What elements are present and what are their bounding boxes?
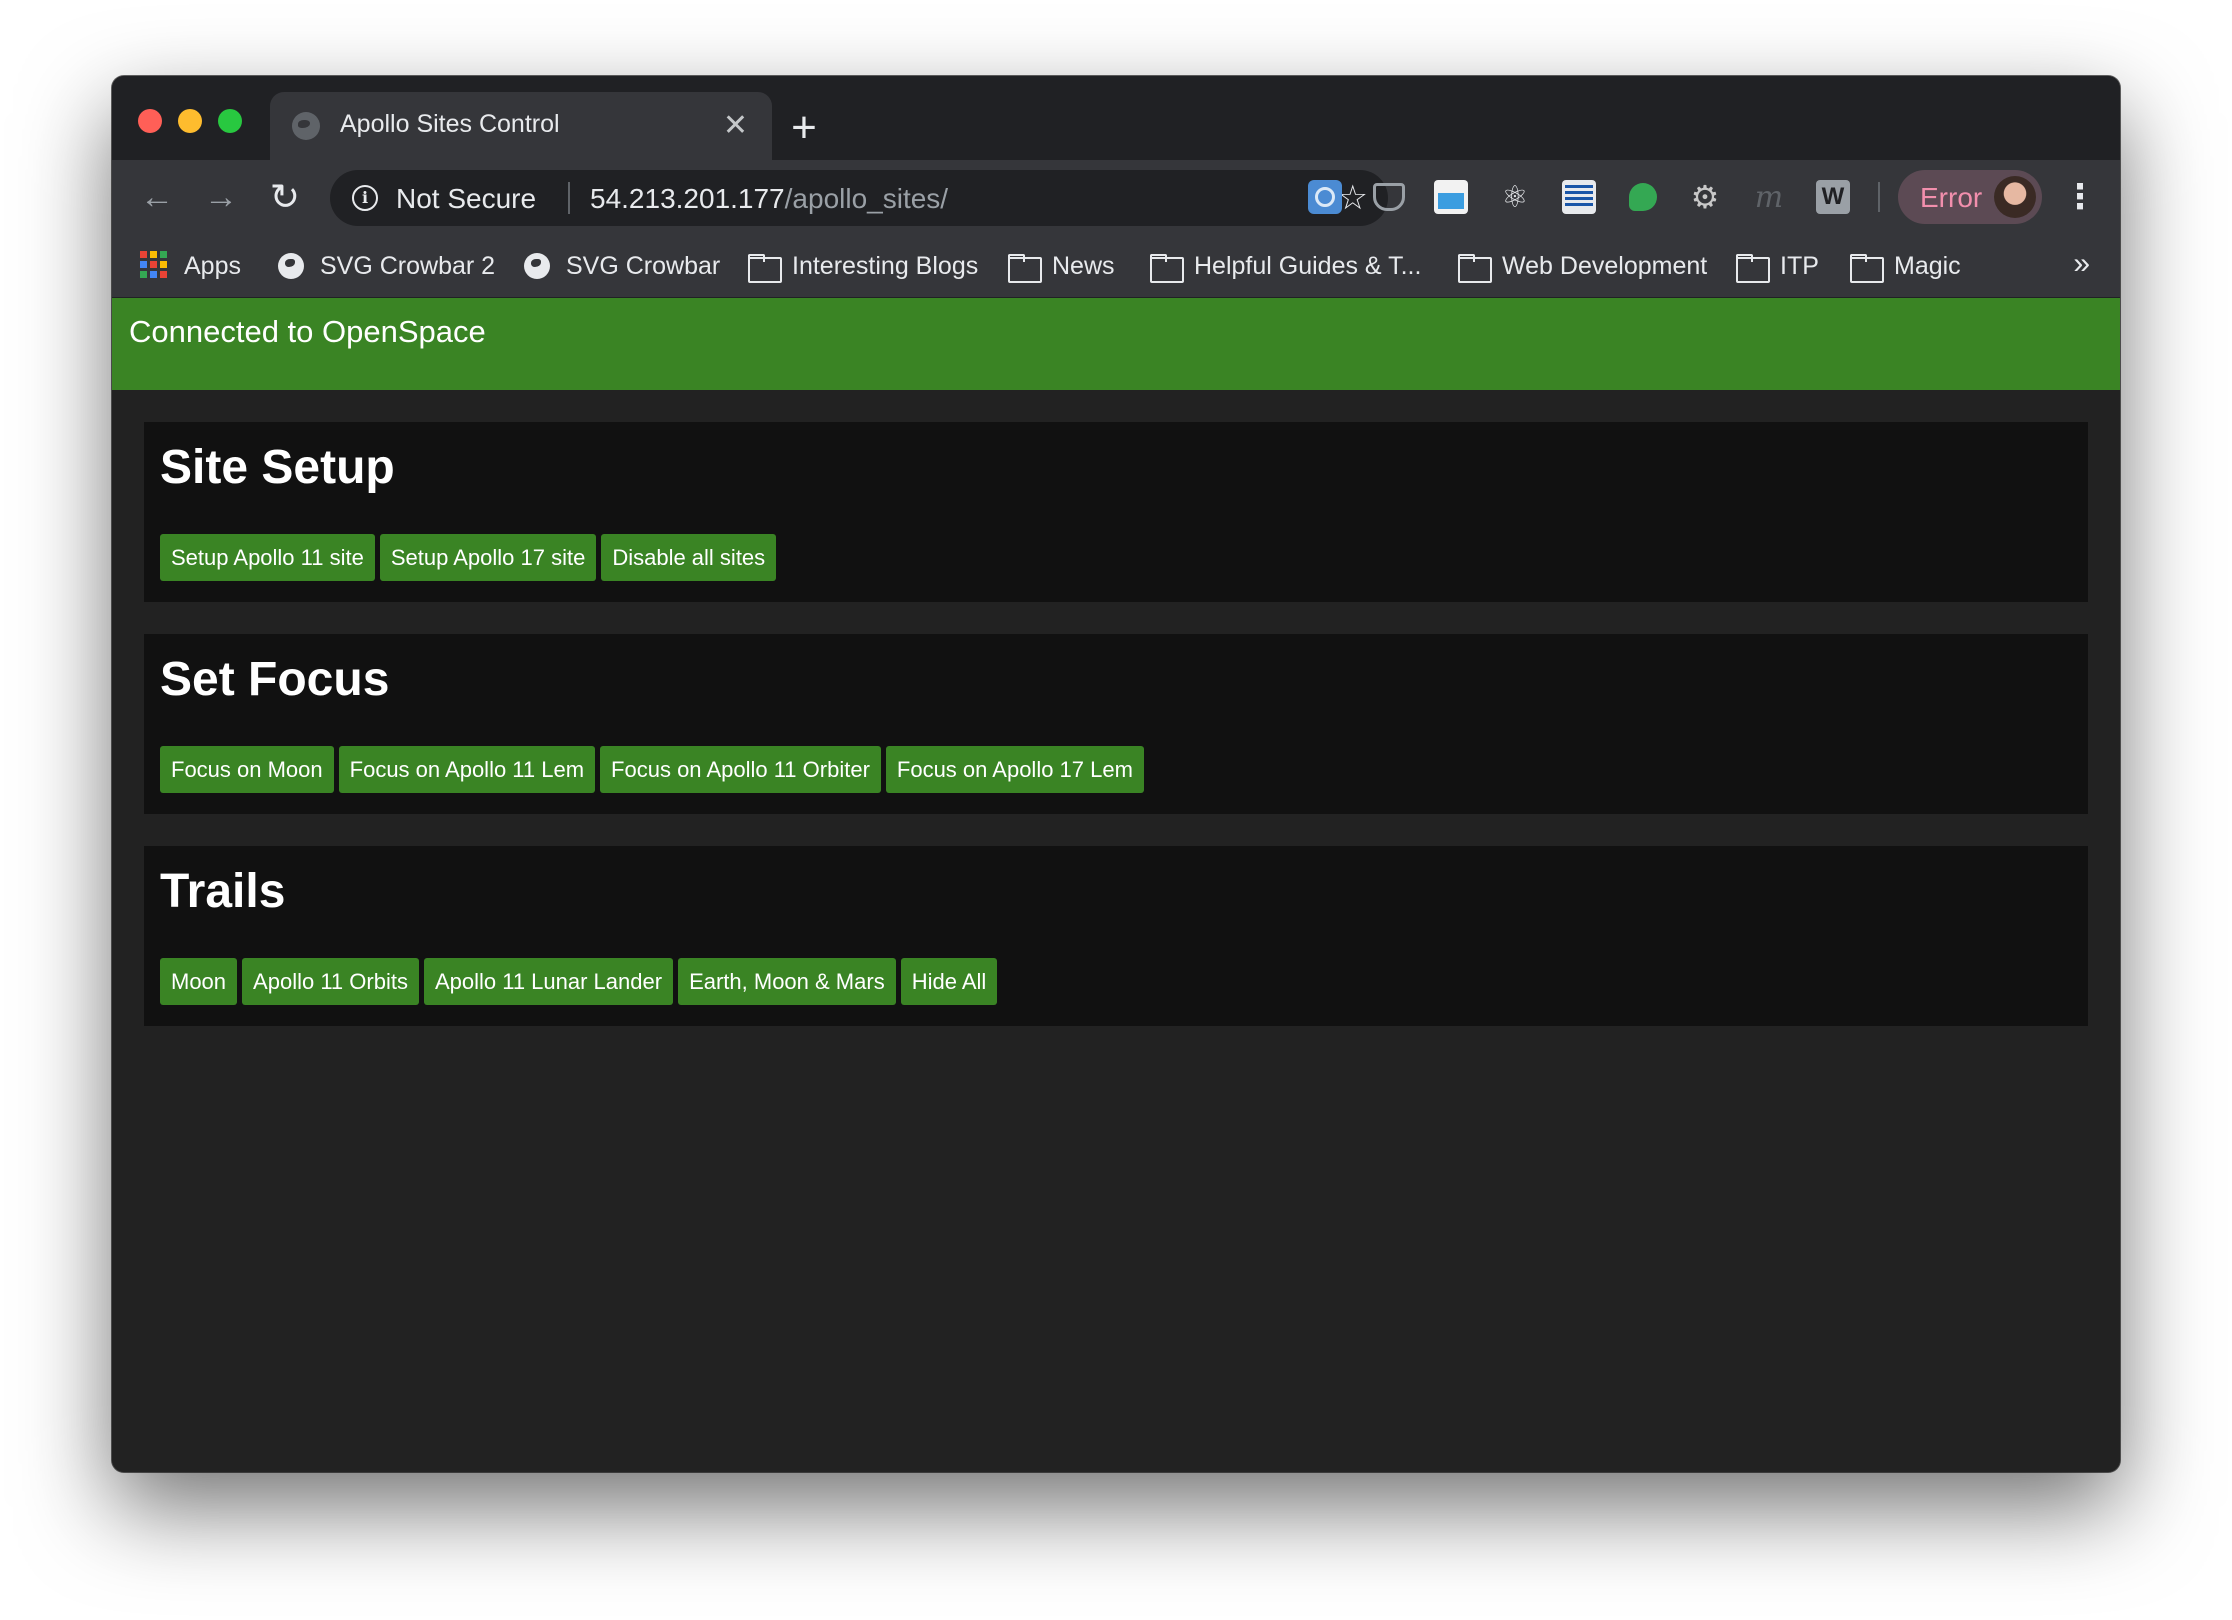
- bookmark-label: News: [1052, 251, 1115, 280]
- bookmarks-overflow-button[interactable]: »: [2073, 244, 2090, 284]
- section-title: Trails: [160, 865, 286, 918]
- trails-buttons: Moon Apollo 11 Orbits Apollo 11 Lunar La…: [160, 958, 998, 1005]
- focus-on-apollo-11-orbiter-button[interactable]: Focus on Apollo 11 Orbiter: [600, 746, 881, 793]
- bookmark-label: Apps: [184, 251, 241, 280]
- tab-title: Apollo Sites Control: [340, 110, 560, 138]
- focus-on-apollo-11-lem-button[interactable]: Focus on Apollo 11 Lem: [338, 746, 596, 793]
- bookmark-label: SVG Crowbar: [566, 251, 721, 280]
- w-extension-icon[interactable]: W: [1816, 180, 1850, 214]
- section-title: Set Focus: [160, 653, 390, 706]
- bookmark-interesting-blogs[interactable]: Interesting Blogs: [748, 246, 978, 286]
- react-devtools-icon[interactable]: ⚛: [1498, 180, 1532, 214]
- address-divider: [568, 182, 570, 214]
- close-tab-icon[interactable]: ✕: [723, 106, 748, 146]
- url-host: 54.213.201.177: [590, 183, 785, 214]
- folder-icon: [1850, 251, 1884, 283]
- bookmark-label: ITP: [1780, 251, 1819, 280]
- bookmark-label: SVG Crowbar 2: [320, 251, 496, 280]
- window-extension-icon[interactable]: [1434, 180, 1468, 214]
- info-icon[interactable]: i: [352, 185, 378, 211]
- back-button[interactable]: ←: [132, 172, 182, 222]
- bookmark-star-icon[interactable]: ☆: [1338, 178, 1368, 218]
- security-status[interactable]: Not Secure: [396, 183, 536, 215]
- bookmarks-bar: Apps SVG Crowbar 2 SVG Crowbar Interesti…: [112, 234, 2120, 298]
- bookmark-label: Helpful Guides & T...: [1194, 251, 1422, 280]
- folder-icon: [1458, 251, 1492, 283]
- focus-on-moon-button[interactable]: Focus on Moon: [160, 746, 334, 793]
- bookmark-label: Magic: [1894, 251, 1961, 280]
- connection-status-banner: Connected to OpenSpace: [112, 298, 2120, 390]
- folder-icon: [1150, 251, 1184, 283]
- m-extension-icon[interactable]: m: [1752, 180, 1786, 215]
- connection-status-text: Connected to OpenSpace: [129, 314, 486, 349]
- bookmark-helpful-guides[interactable]: Helpful Guides & T...: [1150, 246, 1421, 286]
- avatar: [1994, 176, 2036, 218]
- setup-apollo-17-site-button[interactable]: Setup Apollo 17 site: [379, 534, 597, 581]
- bookmark-itp[interactable]: ITP: [1736, 246, 1819, 286]
- close-window-button[interactable]: [138, 109, 162, 133]
- globe-icon: [276, 251, 306, 281]
- bookmark-news[interactable]: News: [1008, 246, 1115, 286]
- site-setup-buttons: Setup Apollo 11 site Setup Apollo 17 sit…: [160, 534, 777, 581]
- screen-extension-icon[interactable]: [1562, 180, 1596, 214]
- pocket-extension-icon[interactable]: [1372, 180, 1406, 214]
- disable-all-sites-button[interactable]: Disable all sites: [601, 534, 777, 581]
- browser-window: Apollo Sites Control ✕ + ← → ↻ i Not Sec…: [112, 76, 2120, 1472]
- address-bar[interactable]: i Not Secure 54.213.201.177/apollo_sites…: [330, 170, 1388, 226]
- minimize-window-button[interactable]: [178, 109, 202, 133]
- apps-grid-icon: [140, 251, 170, 281]
- section-title: Site Setup: [160, 441, 395, 494]
- tab-apollo-sites-control[interactable]: Apollo Sites Control ✕: [270, 92, 772, 160]
- trail-apollo-11-lunar-lander-button[interactable]: Apollo 11 Lunar Lander: [423, 958, 674, 1005]
- page-content: Connected to OpenSpace Site Setup Setup …: [112, 298, 2120, 1472]
- camera-extension-icon[interactable]: [1308, 180, 1342, 214]
- globe-icon: [292, 112, 320, 140]
- forward-button[interactable]: →: [196, 172, 246, 222]
- trail-earth-moon-mars-button[interactable]: Earth, Moon & Mars: [678, 958, 896, 1005]
- bookmark-svg-crowbar-2[interactable]: SVG Crowbar 2: [276, 246, 495, 286]
- profile-button[interactable]: Error: [1898, 170, 2042, 224]
- reload-button[interactable]: ↻: [260, 172, 310, 222]
- trail-apollo-11-orbits-button[interactable]: Apollo 11 Orbits: [242, 958, 419, 1005]
- url-path: /apollo_sites/: [784, 183, 949, 214]
- bookmark-svg-crowbar[interactable]: SVG Crowbar: [522, 246, 720, 286]
- set-focus-buttons: Focus on Moon Focus on Apollo 11 Lem Foc…: [160, 746, 1144, 793]
- focus-on-apollo-17-lem-button[interactable]: Focus on Apollo 17 Lem: [885, 746, 1144, 793]
- set-focus-panel: Set Focus Focus on Moon Focus on Apollo …: [144, 634, 2088, 814]
- folder-icon: [1736, 251, 1770, 283]
- bookmark-web-development[interactable]: Web Development: [1458, 246, 1707, 286]
- bookmark-apps[interactable]: Apps: [140, 246, 241, 286]
- trail-moon-button[interactable]: Moon: [160, 958, 238, 1005]
- maximize-window-button[interactable]: [218, 109, 242, 133]
- profile-error-label: Error: [1920, 182, 1983, 213]
- bookmark-label: Web Development: [1502, 251, 1708, 280]
- folder-icon: [748, 251, 782, 283]
- url-text[interactable]: 54.213.201.177/apollo_sites/: [590, 183, 948, 215]
- bookmark-label: Interesting Blogs: [792, 251, 979, 280]
- new-tab-button[interactable]: +: [774, 98, 834, 158]
- setup-apollo-11-site-button[interactable]: Setup Apollo 11 site: [160, 534, 375, 581]
- bookmark-magic[interactable]: Magic: [1850, 246, 1961, 286]
- tab-strip: Apollo Sites Control ✕ +: [112, 76, 2120, 160]
- toolbar-divider: [1878, 182, 1880, 212]
- chat-extension-icon[interactable]: [1626, 180, 1660, 214]
- trails-panel: Trails Moon Apollo 11 Orbits Apollo 11 L…: [144, 846, 2088, 1026]
- site-setup-panel: Site Setup Setup Apollo 11 site Setup Ap…: [144, 422, 2088, 602]
- browser-menu-icon[interactable]: ⋮: [2060, 174, 2100, 222]
- gear-extension-icon[interactable]: ⚙: [1688, 179, 1722, 215]
- globe-icon: [522, 251, 552, 281]
- folder-icon: [1008, 251, 1042, 283]
- hide-all-trails-button[interactable]: Hide All: [900, 958, 998, 1005]
- browser-toolbar: ← → ↻ i Not Secure 54.213.201.177/apollo…: [112, 160, 2120, 234]
